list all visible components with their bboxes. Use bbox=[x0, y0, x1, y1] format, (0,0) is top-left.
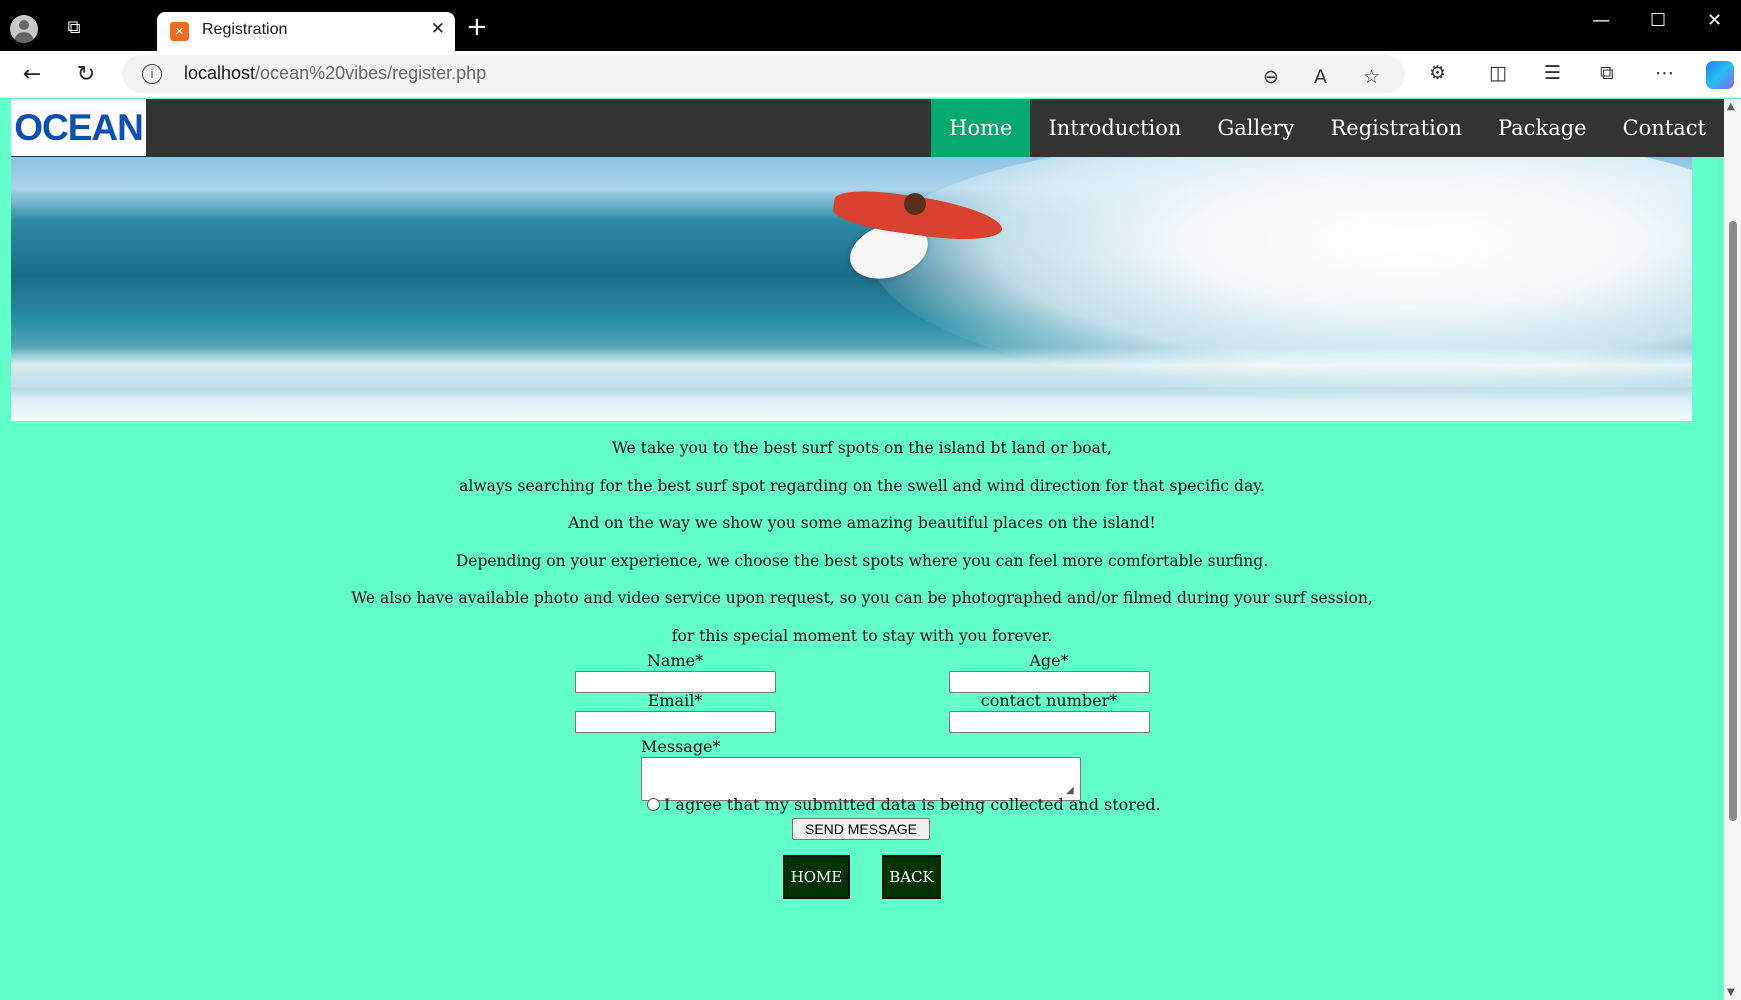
url-field[interactable]: i localhost/ocean%20vibes/register.php ⊖… bbox=[122, 55, 1405, 93]
contact-number-label: contact number* bbox=[980, 691, 1118, 710]
send-message-button[interactable]: SEND MESSAGE bbox=[792, 818, 930, 840]
minimize-icon[interactable]: — bbox=[1592, 10, 1610, 31]
nav-link-introduction[interactable]: Introduction bbox=[1030, 99, 1199, 157]
nav-link-registration[interactable]: Registration bbox=[1313, 99, 1481, 157]
scroll-up-icon[interactable]: ▲ bbox=[1727, 101, 1735, 112]
xampp-favicon-icon: ✕ bbox=[170, 22, 189, 41]
hero-right-gap bbox=[1692, 157, 1724, 421]
name-input[interactable] bbox=[575, 671, 776, 693]
foam-band bbox=[11, 347, 1692, 387]
nav-links: Home Introduction Gallery Registration Packa… bbox=[931, 99, 1724, 157]
nav-link-home[interactable]: Home bbox=[931, 99, 1031, 157]
intro-line: always searching for the best surf spot … bbox=[459, 476, 1265, 495]
close-window-icon[interactable]: ✕ bbox=[1707, 10, 1722, 31]
intro-line: And on the way we show you some amazing … bbox=[568, 514, 1156, 532]
page-viewport: OCEAN Home Introduction Gallery Registratio… bbox=[0, 99, 1724, 1000]
page-scrollbar[interactable]: ▲ ▼ bbox=[1724, 99, 1741, 1000]
url-text: localhost/ocean%20vibes/register.php bbox=[184, 63, 486, 84]
split-screen-icon[interactable]: ◫ bbox=[1489, 62, 1507, 84]
tab-title: Registration bbox=[202, 21, 288, 38]
tab-close-icon[interactable]: ✕ bbox=[431, 19, 445, 39]
address-bar-row: ← ↻ i localhost/ocean%20vibes/register.p… bbox=[0, 51, 1741, 98]
intro-line: Depending on your experience, we choose … bbox=[455, 551, 1269, 570]
favorites-list-icon[interactable]: ☰ bbox=[1544, 62, 1561, 84]
home-button[interactable]: HOME bbox=[783, 855, 850, 899]
name-label: Name* bbox=[646, 651, 704, 670]
new-tab-icon[interactable]: + bbox=[466, 14, 488, 40]
refresh-icon[interactable]: ↻ bbox=[72, 60, 100, 88]
intro-line: We take you to the best surf spots on th… bbox=[612, 439, 1112, 457]
email-label: Email* bbox=[647, 691, 703, 710]
intro-line: for this special moment to stay with you… bbox=[671, 626, 1053, 645]
zoom-out-icon[interactable]: ⊖ bbox=[1263, 66, 1279, 88]
url-host: localhost bbox=[184, 63, 256, 83]
agree-radio[interactable] bbox=[647, 798, 660, 811]
surf-hero-image bbox=[11, 157, 1692, 421]
url-path: /ocean%20vibes/register.php bbox=[255, 63, 487, 83]
favorite-star-icon[interactable]: ☆ bbox=[1363, 66, 1380, 88]
scroll-thumb[interactable] bbox=[1729, 221, 1737, 821]
site-info-icon[interactable]: i bbox=[142, 64, 162, 84]
read-aloud-icon[interactable]: A bbox=[1314, 66, 1327, 88]
age-label: Age* bbox=[1029, 651, 1069, 670]
scroll-down-icon[interactable]: ▼ bbox=[1727, 987, 1735, 998]
logo-text: OCEAN bbox=[14, 106, 144, 148]
email-input[interactable] bbox=[575, 711, 776, 733]
surfer-head bbox=[904, 193, 926, 215]
more-menu-icon[interactable]: ⋯ bbox=[1655, 62, 1674, 84]
workspaces-icon[interactable]: ⧉ bbox=[61, 14, 87, 40]
profile-avatar-icon[interactable] bbox=[10, 15, 38, 43]
site-navbar: OCEAN Home Introduction Gallery Registratio… bbox=[11, 99, 1724, 157]
nav-link-package[interactable]: Package bbox=[1480, 99, 1605, 157]
nav-link-contact[interactable]: Contact bbox=[1605, 99, 1724, 157]
browser-tab[interactable]: ✕ Registration ✕ bbox=[157, 12, 455, 51]
maximize-icon[interactable]: ☐ bbox=[1650, 10, 1666, 31]
message-label: Message* bbox=[641, 737, 721, 756]
age-input[interactable] bbox=[949, 671, 1150, 693]
back-arrow-icon[interactable]: ← bbox=[18, 60, 46, 88]
agree-text: I agree that my submitted data is being … bbox=[664, 795, 1161, 814]
copilot-icon[interactable] bbox=[1706, 61, 1734, 89]
intro-line: We also have available photo and video s… bbox=[351, 589, 1373, 607]
intro-text: We take you to the best surf spots on th… bbox=[0, 430, 1724, 655]
nav-link-gallery[interactable]: Gallery bbox=[1199, 99, 1312, 157]
extensions-icon[interactable]: ⚙ bbox=[1429, 62, 1446, 84]
ocean-logo[interactable]: OCEAN bbox=[11, 99, 146, 156]
browser-title-bar: ⧉ ✕ Registration ✕ + — ☐ ✕ bbox=[0, 0, 1741, 51]
back-button[interactable]: BACK bbox=[882, 855, 941, 899]
collections-icon[interactable]: ⧉ bbox=[1600, 62, 1614, 84]
contact-number-input[interactable] bbox=[949, 711, 1150, 733]
